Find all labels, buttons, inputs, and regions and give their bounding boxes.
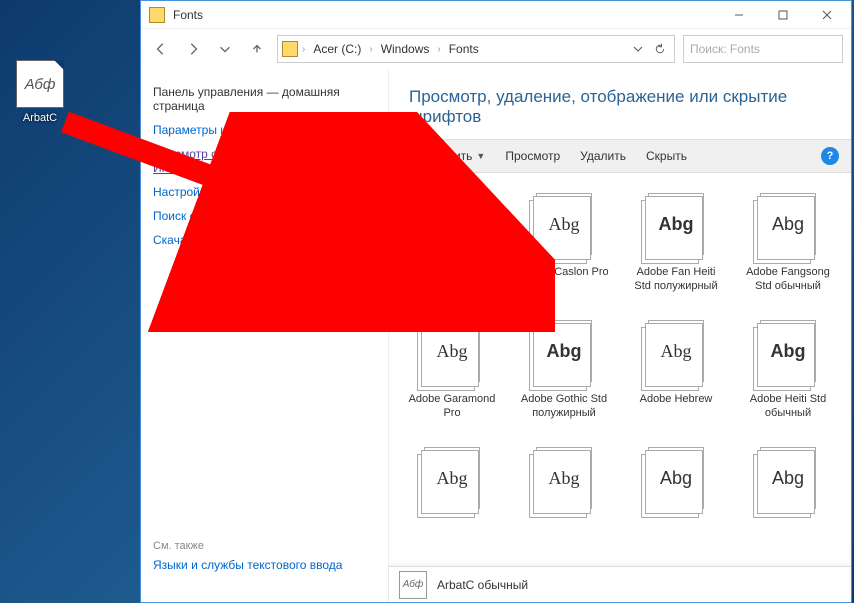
window-icon (149, 7, 165, 23)
font-grid[interactable]: AbgAdobe ArabicAbgAdobe Caslon ProAbgAdo… (389, 173, 851, 602)
font-item[interactable]: Abg (399, 439, 505, 532)
font-item[interactable]: AbgAdobe Arabic (399, 185, 505, 306)
preview-button[interactable]: Просмотр (505, 149, 560, 163)
sidebar-home[interactable]: Панель управления — домашняя страница (153, 85, 376, 113)
chevron-right-icon: › (369, 44, 372, 55)
desktop-font-file[interactable]: Абф ArbatC (10, 60, 70, 124)
font-name-label: Adobe Fangsong Std обычный (739, 265, 837, 294)
font-name-label: Adobe Heiti Std обычный (739, 392, 837, 421)
font-item[interactable]: AbgAdobe Fan Heiti Std полужирный (623, 185, 729, 306)
maximize-button[interactable] (761, 2, 805, 28)
search-box[interactable] (683, 35, 843, 63)
font-file-icon: Абф (16, 60, 64, 108)
history-dropdown[interactable] (628, 39, 648, 59)
font-name-label: Adobe Arabic (403, 265, 501, 279)
font-item[interactable]: AbgAdobe Fangsong Std обычный (735, 185, 841, 306)
recent-dropdown[interactable] (213, 37, 237, 61)
drop-indicator: Абф ArbatC обычный (389, 566, 851, 602)
breadcrumb-0[interactable]: Acer (C:) (309, 40, 365, 58)
caret-down-icon: ▼ (476, 151, 485, 161)
font-item[interactable]: Abg (735, 439, 841, 532)
window-title: Fonts (173, 8, 717, 22)
hide-button[interactable]: Скрыть (646, 149, 687, 163)
font-name-label: Adobe Fan Heiti Std полужирный (627, 265, 725, 294)
search-input[interactable] (690, 42, 836, 56)
folder-icon (282, 41, 298, 57)
font-item[interactable]: AbgAdobe Caslon Pro (511, 185, 617, 306)
delete-button[interactable]: Удалить (580, 149, 626, 163)
breadcrumb-2[interactable]: Fonts (445, 40, 483, 58)
sidebar: Панель управления — домашняя страница Па… (141, 69, 389, 602)
back-button[interactable] (149, 37, 173, 61)
sidebar-link-font-info-online[interactable]: Просмотр сведений о шрифтах в Интернете (153, 147, 376, 175)
explorer-window: Fonts › Acer (C:) (140, 0, 852, 603)
font-item[interactable]: AbgAdobe Garamond Pro (399, 312, 505, 433)
font-name-label: Adobe Garamond Pro (403, 392, 501, 421)
desktop-file-label: ArbatC (10, 112, 70, 124)
font-item[interactable]: Abg (623, 439, 729, 532)
seealso-link[interactable]: Языки и службы текстового ввода (153, 558, 342, 572)
help-icon[interactable]: ? (821, 147, 839, 165)
titlebar: Fonts (141, 1, 851, 29)
drop-file-icon: Абф (399, 571, 427, 599)
sidebar-link-charmap[interactable]: Поиск символа (153, 209, 376, 223)
breadcrumb-1[interactable]: Windows (377, 40, 434, 58)
forward-button[interactable] (181, 37, 205, 61)
minimize-button[interactable] (717, 2, 761, 28)
seealso-header: См. также (153, 540, 342, 552)
sidebar-link-font-settings[interactable]: Параметры шрифта (153, 123, 376, 137)
toolbar: Упорядочить▼ Просмотр Удалить Скрыть ? (389, 139, 851, 173)
drop-file-label: ArbatC обычный (437, 578, 528, 592)
chevron-right-icon: › (437, 44, 440, 55)
font-item[interactable]: Abg (511, 439, 617, 532)
refresh-button[interactable] (650, 39, 670, 59)
font-name-label: Adobe Gothic Std полужирный (515, 392, 613, 421)
font-item[interactable]: AbgAdobe Gothic Std полужирный (511, 312, 617, 433)
font-name-label: Adobe Caslon Pro (515, 265, 613, 279)
chevron-right-icon: › (302, 44, 305, 55)
close-button[interactable] (805, 2, 849, 28)
sidebar-link-cleartype[interactable]: Настройка текста ClearType (153, 185, 376, 199)
address-bar[interactable]: › Acer (C:) › Windows › Fonts (277, 35, 675, 63)
main-pane: Просмотр, удаление, отображение или скры… (389, 69, 851, 602)
nav-row: › Acer (C:) › Windows › Fonts (141, 29, 851, 69)
up-button[interactable] (245, 37, 269, 61)
font-item[interactable]: AbgAdobe Hebrew (623, 312, 729, 433)
page-heading: Просмотр, удаление, отображение или скры… (389, 69, 851, 139)
font-name-label: Adobe Hebrew (627, 392, 725, 406)
font-item[interactable]: AbgAdobe Heiti Std обычный (735, 312, 841, 433)
sidebar-link-download-fonts[interactable]: Скачать шрифты для всех языков (153, 233, 376, 247)
organize-button[interactable]: Упорядочить▼ (401, 149, 485, 163)
